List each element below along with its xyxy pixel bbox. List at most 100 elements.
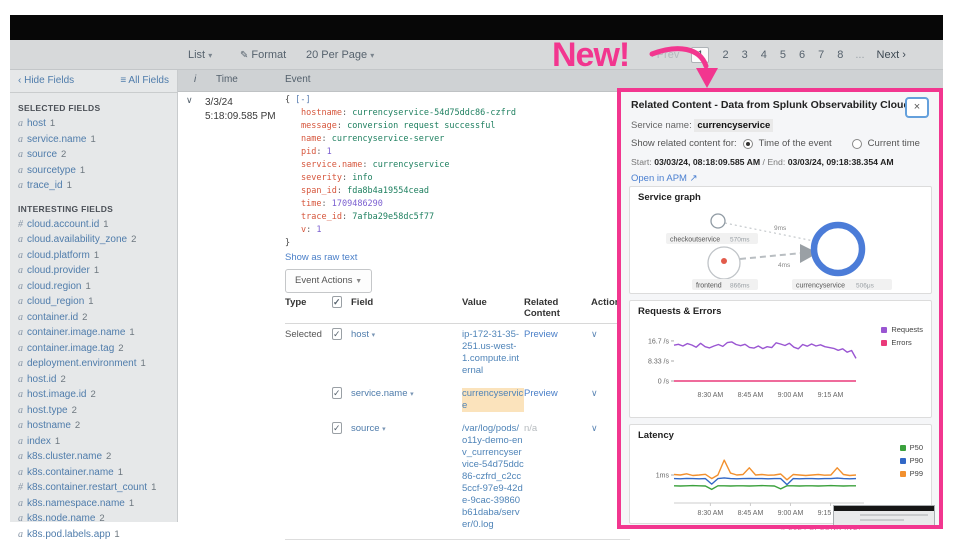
interesting-field-cloud.region[interactable]: acloud.region1 bbox=[10, 279, 177, 295]
field-type-icon: a bbox=[18, 529, 23, 540]
host-field-dropdown[interactable]: host ▾ bbox=[351, 329, 462, 340]
source-checkbox[interactable]: ✓ bbox=[332, 422, 342, 434]
app-window: List ▾ ✎Format 20 Per Page ▾ ‹ Prev 1234… bbox=[0, 0, 960, 540]
page-button-6[interactable]: 6 bbox=[799, 49, 805, 61]
time-range-row: Start: 03/03/24, 08:18:09.585 AM / End: … bbox=[631, 157, 894, 167]
list-view-dropdown[interactable]: List ▾ bbox=[188, 49, 212, 61]
json-colon: : bbox=[342, 212, 352, 222]
new-feature-callout: New! bbox=[552, 36, 629, 75]
current-time-radio[interactable] bbox=[852, 139, 862, 149]
interesting-field-container.id[interactable]: acontainer.id2 bbox=[10, 310, 177, 326]
interesting-field-cloud_region[interactable]: acloud_region1 bbox=[10, 294, 177, 310]
interesting-field-k8s.node.name[interactable]: ak8s.node.name2 bbox=[10, 511, 177, 527]
collapse-json-button[interactable]: [-] bbox=[295, 95, 310, 105]
table-row-host: Selected✓host ▾ip-172-31-35-251.us-west-… bbox=[285, 324, 630, 383]
interesting-field-host.image.id[interactable]: ahost.image.id2 bbox=[10, 387, 177, 403]
field-name: service.name bbox=[351, 388, 410, 399]
interesting-field-container.image.tag[interactable]: acontainer.image.tag2 bbox=[10, 341, 177, 357]
service.name-field-dropdown[interactable]: service.name ▾ bbox=[351, 388, 462, 399]
field-type-icon: # bbox=[18, 219, 23, 230]
json-value: fda8b4a19554cead bbox=[347, 186, 429, 196]
expand-event-chevron-icon[interactable]: ∨ bbox=[186, 95, 193, 106]
interesting-field-index[interactable]: aindex1 bbox=[10, 434, 177, 450]
edge-frontend-currency bbox=[740, 253, 802, 259]
field-name: sourcetype bbox=[27, 165, 76, 176]
callout-arrow-icon bbox=[648, 42, 738, 94]
field-count: 1 bbox=[88, 296, 93, 307]
event-actions-button[interactable]: Event Actions ▼ bbox=[285, 269, 372, 293]
selected-field-sourcetype[interactable]: asourcetype1 bbox=[10, 163, 177, 179]
x-tick-label: 8:30 AM bbox=[698, 392, 724, 399]
selected-field-source[interactable]: asource2 bbox=[10, 147, 177, 163]
page-button-8[interactable]: 8 bbox=[837, 49, 843, 61]
interesting-field-cloud.provider[interactable]: acloud.provider1 bbox=[10, 263, 177, 279]
start-label: Start: bbox=[631, 157, 652, 167]
json-colon: : bbox=[321, 199, 331, 209]
selected-field-trace_id[interactable]: atrace_id1 bbox=[10, 178, 177, 194]
field-count: 2 bbox=[131, 234, 136, 245]
interesting-field-k8s.pod.labels.app[interactable]: a k8s.pod.labels.app 1 bbox=[10, 527, 177, 540]
close-panel-button[interactable]: × bbox=[905, 97, 929, 118]
field-count: 1 bbox=[114, 529, 119, 540]
hide-fields-button[interactable]: ‹ Hide Fields bbox=[18, 75, 74, 86]
page-button-5[interactable]: 5 bbox=[780, 49, 786, 61]
node-value: 570ms bbox=[730, 237, 750, 244]
chevron-down-icon: ▾ bbox=[372, 332, 376, 339]
service.name-related-content-link[interactable]: Preview bbox=[524, 388, 591, 399]
host-value[interactable]: ip-172-31-35-251.us-west-1.compute.inter… bbox=[462, 329, 524, 377]
interesting-field-k8s.namespace.name[interactable]: ak8s.namespace.name1 bbox=[10, 496, 177, 512]
host-checkbox[interactable]: ✓ bbox=[332, 328, 342, 340]
all-fields-button[interactable]: ≡ All Fields bbox=[120, 75, 169, 86]
source-field-dropdown[interactable]: source ▾ bbox=[351, 423, 462, 434]
field-name: k8s.namespace.name bbox=[27, 498, 125, 509]
interesting-field-cloud.platform[interactable]: acloud.platform1 bbox=[10, 248, 177, 264]
open-brace: { bbox=[285, 95, 295, 105]
source-value[interactable]: /var/log/pods/o11y-demo-env_currencyserv… bbox=[462, 423, 524, 531]
selected-field-host[interactable]: ahost1 bbox=[10, 116, 177, 132]
field-name: k8s.pod.labels.app bbox=[27, 529, 110, 540]
service.name-checkbox[interactable]: ✓ bbox=[332, 387, 342, 399]
page-button-3[interactable]: 3 bbox=[742, 49, 748, 61]
select-all-checkbox[interactable]: ✓ bbox=[332, 296, 342, 308]
show-raw-text-link[interactable]: Show as raw text bbox=[285, 251, 516, 264]
related-content-header: Related Content bbox=[524, 297, 591, 319]
field-type-icon: a bbox=[18, 180, 23, 191]
interesting-field-k8s.container.name[interactable]: ak8s.container.name1 bbox=[10, 465, 177, 481]
selected-field-service.name[interactable]: aservice.name1 bbox=[10, 132, 177, 148]
json-key: message bbox=[301, 121, 337, 131]
field-type-icon: a bbox=[18, 358, 23, 369]
interesting-field-host.type[interactable]: ahost.type2 bbox=[10, 403, 177, 419]
field-name: cloud.availability_zone bbox=[27, 234, 127, 245]
interesting-field-cloud.availability_zone[interactable]: acloud.availability_zone2 bbox=[10, 232, 177, 248]
currencyservice-node[interactable] bbox=[814, 225, 862, 273]
thumbnail-titlebar bbox=[834, 506, 934, 511]
video-thumbnail[interactable] bbox=[833, 505, 935, 529]
field-name: deployment.environment bbox=[27, 358, 137, 369]
field-type-icon: a bbox=[18, 513, 23, 524]
legend-item-P50: P50 bbox=[900, 443, 923, 452]
format-button[interactable]: ✎Format bbox=[240, 49, 286, 61]
page-button-4[interactable]: 4 bbox=[761, 49, 767, 61]
field-count: 1 bbox=[67, 180, 72, 191]
service.name-value[interactable]: currencyservice bbox=[462, 388, 524, 412]
interesting-field-hostname[interactable]: ahostname2 bbox=[10, 418, 177, 434]
checkbox-cell: ✓ bbox=[332, 388, 351, 399]
interesting-field-deployment.environment[interactable]: adeployment.environment1 bbox=[10, 356, 177, 372]
per-page-dropdown[interactable]: 20 Per Page ▾ bbox=[306, 49, 374, 61]
current-time-label: Current time bbox=[868, 138, 920, 149]
interesting-field-container.image.name[interactable]: acontainer.image.name1 bbox=[10, 325, 177, 341]
json-open-line: { [-] bbox=[285, 94, 516, 107]
interesting-field-host.id[interactable]: ahost.id2 bbox=[10, 372, 177, 388]
chevron-down-icon: ▾ bbox=[208, 51, 212, 60]
checkoutservice-node[interactable] bbox=[711, 214, 725, 228]
page-button-7[interactable]: 7 bbox=[818, 49, 824, 61]
json-field-severity: severity: info bbox=[285, 172, 516, 185]
time-of-event-radio[interactable] bbox=[743, 139, 753, 149]
interesting-field-cloud.account.id[interactable]: #cloud.account.id1 bbox=[10, 217, 177, 233]
interesting-field-k8s.cluster.name[interactable]: ak8s.cluster.name2 bbox=[10, 449, 177, 465]
value-header: Value bbox=[462, 297, 524, 308]
next-page-button[interactable]: Next › bbox=[877, 49, 906, 61]
open-in-apm-link[interactable]: Open in APM ↗ bbox=[631, 173, 698, 184]
interesting-field-k8s.container.restart_count[interactable]: #k8s.container.restart_count1 bbox=[10, 480, 177, 496]
host-related-content-link[interactable]: Preview bbox=[524, 329, 591, 340]
